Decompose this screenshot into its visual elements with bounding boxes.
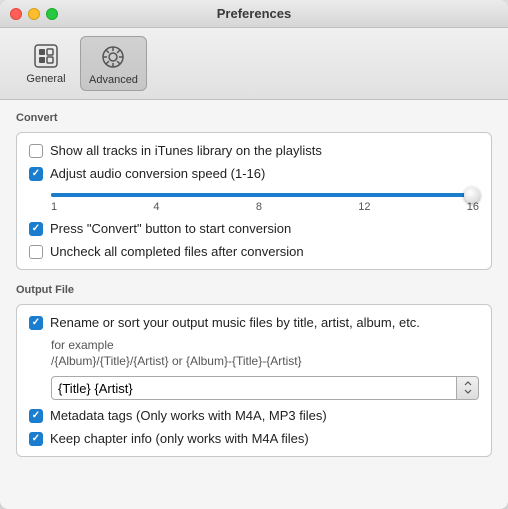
label-adjust-speed: Adjust audio conversion speed (1-16) <box>50 166 265 181</box>
maximize-button[interactable] <box>46 8 58 20</box>
tab-general[interactable]: General <box>16 36 76 91</box>
option-uncheck-completed: Uncheck all completed files after conver… <box>29 244 479 259</box>
toolbar: General Advanced <box>0 28 508 100</box>
convert-section: Convert Show all tracks in iTunes librar… <box>16 112 492 270</box>
slider-label-8: 8 <box>256 201 262 213</box>
traffic-lights <box>10 8 58 20</box>
label-show-tracks: Show all tracks in iTunes library on the… <box>50 143 322 158</box>
label-uncheck-completed: Uncheck all completed files after conver… <box>50 244 304 259</box>
checkbox-uncheck-completed[interactable] <box>29 245 43 259</box>
window-title: Preferences <box>217 6 291 21</box>
preferences-window: Preferences General <box>0 0 508 509</box>
label-press-convert: Press "Convert" button to start conversi… <box>50 221 291 236</box>
slider-label-1: 1 <box>51 201 57 213</box>
convert-section-box: Show all tracks in iTunes library on the… <box>16 132 492 270</box>
checkbox-show-tracks[interactable] <box>29 144 43 158</box>
checkbox-chapter[interactable] <box>29 432 43 446</box>
option-adjust-speed: Adjust audio conversion speed (1-16) <box>29 166 479 181</box>
option-show-tracks: Show all tracks in iTunes library on the… <box>29 143 479 158</box>
slider-track[interactable] <box>51 193 479 197</box>
output-example-path: /{Album}/{Title}/{Artist} or {Album}-{Ti… <box>51 354 479 368</box>
slider-fill <box>51 193 479 197</box>
convert-section-title: Convert <box>16 112 492 124</box>
format-dropdown-button[interactable] <box>457 376 479 400</box>
checkbox-press-convert[interactable] <box>29 222 43 236</box>
checkbox-adjust-speed[interactable] <box>29 167 43 181</box>
output-section-box: Rename or sort your output music files b… <box>16 304 492 457</box>
option-metadata: Metadata tags (Only works with M4A, MP3 … <box>29 408 479 423</box>
format-input-row <box>51 376 479 400</box>
option-press-convert: Press "Convert" button to start conversi… <box>29 221 479 236</box>
label-metadata: Metadata tags (Only works with M4A, MP3 … <box>50 408 327 423</box>
slider-section: 1 4 8 12 16 <box>29 189 479 221</box>
slider-label-12: 12 <box>358 201 370 213</box>
option-rename: Rename or sort your output music files b… <box>29 315 479 330</box>
slider-labels: 1 4 8 12 16 <box>51 201 479 213</box>
slider-thumb[interactable] <box>464 187 480 203</box>
output-section: Output File Rename or sort your output m… <box>16 284 492 457</box>
general-icon <box>30 40 62 72</box>
checkbox-rename[interactable] <box>29 316 43 330</box>
label-chapter: Keep chapter info (only works with M4A f… <box>50 431 309 446</box>
content-area: Convert Show all tracks in iTunes librar… <box>0 100 508 509</box>
titlebar: Preferences <box>0 0 508 28</box>
slider-label-4: 4 <box>153 201 159 213</box>
general-label: General <box>26 73 65 85</box>
tab-advanced[interactable]: Advanced <box>80 36 147 91</box>
label-rename: Rename or sort your output music files b… <box>50 315 420 330</box>
advanced-icon <box>97 41 129 73</box>
output-example-label: for example <box>51 338 479 352</box>
close-button[interactable] <box>10 8 22 20</box>
minimize-button[interactable] <box>28 8 40 20</box>
option-chapter: Keep chapter info (only works with M4A f… <box>29 431 479 446</box>
output-section-title: Output File <box>16 284 492 296</box>
checkbox-metadata[interactable] <box>29 409 43 423</box>
advanced-label: Advanced <box>89 74 138 86</box>
format-input[interactable] <box>51 376 457 400</box>
